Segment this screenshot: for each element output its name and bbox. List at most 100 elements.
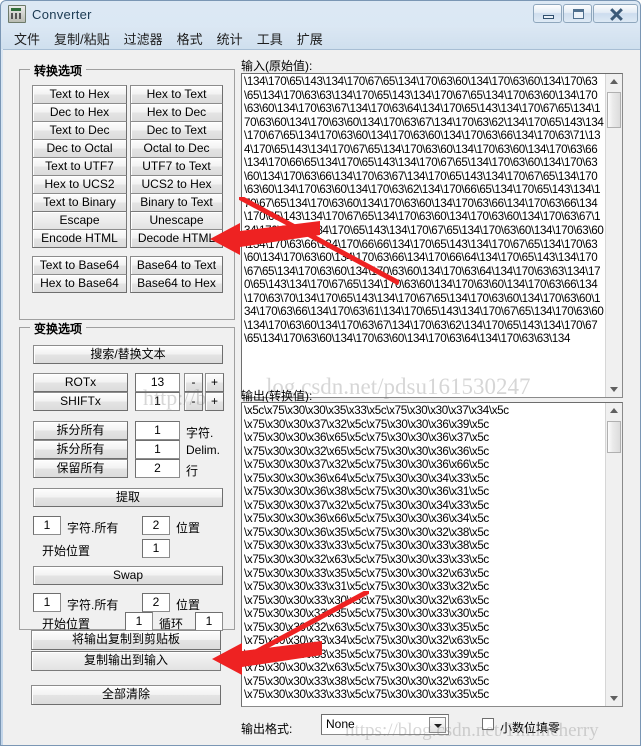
- output-textarea-content[interactable]: \x5c\x75\x30\x30\x35\x33\x5c\x75\x30\x30…: [244, 404, 605, 705]
- close-button[interactable]: [593, 4, 638, 23]
- scroll-up-icon[interactable]: [606, 403, 622, 419]
- input-split-all-delim-value[interactable]: 1: [135, 440, 180, 459]
- input-scroll-thumb[interactable]: [607, 92, 621, 128]
- menu-item-format[interactable]: 格式: [170, 27, 210, 50]
- client-area: 转换选项 Text to Hex Hex to Text Dec to Hex …: [3, 49, 640, 745]
- scroll-up-icon[interactable]: [606, 74, 622, 90]
- button-base64-to-text[interactable]: Base64 to Text: [130, 256, 223, 275]
- menu-item-statistics[interactable]: 统计: [210, 27, 250, 50]
- window-controls: [533, 4, 638, 23]
- button-hex-to-text[interactable]: Hex to Text: [130, 85, 223, 104]
- scroll-down-icon[interactable]: [606, 690, 622, 706]
- output-scrollbar[interactable]: [605, 403, 622, 706]
- button-shiftx[interactable]: SHIFTx: [33, 392, 128, 411]
- button-search-replace-text[interactable]: 搜索/替换文本: [33, 345, 223, 364]
- menu-bar: 文件 复制/粘贴 过滤器 格式 统计 工具 扩展: [1, 27, 640, 50]
- label-split-all-chars-unit: 字符.: [186, 426, 214, 440]
- button-octal-to-dec[interactable]: Octal to Dec: [130, 139, 223, 158]
- scroll-down-icon[interactable]: [606, 381, 622, 397]
- button-decode-html[interactable]: Decode HTML: [130, 229, 223, 248]
- button-swap[interactable]: Swap: [33, 566, 223, 585]
- button-text-to-binary[interactable]: Text to Binary: [32, 193, 127, 212]
- input-extract-chars[interactable]: 1: [33, 516, 61, 535]
- input-keep-all-value[interactable]: 2: [135, 459, 180, 478]
- menu-item-extensions[interactable]: 扩展: [290, 27, 330, 50]
- menu-item-copy-paste[interactable]: 复制/粘贴: [47, 27, 117, 50]
- calculator-icon: [8, 5, 26, 23]
- close-icon: [594, 5, 637, 22]
- convert-options-group: 转换选项 Text to Hex Hex to Text Dec to Hex …: [19, 62, 235, 320]
- button-hex-to-ucs2[interactable]: Hex to UCS2: [32, 175, 127, 194]
- button-text-to-base64[interactable]: Text to Base64: [32, 256, 127, 275]
- label-extract-chars-unit: 字符.所有: [67, 521, 119, 535]
- minimize-icon: [543, 15, 554, 19]
- input-panel-label: 输入(原始值):: [241, 59, 313, 73]
- output-format-select[interactable]: None: [321, 714, 449, 735]
- button-clear-all[interactable]: 全部清除: [31, 685, 221, 705]
- button-rotx-plus[interactable]: +: [205, 373, 224, 392]
- input-textarea-content[interactable]: \134\170\65\143\134\170\67\65\134\170\63…: [244, 75, 605, 396]
- button-escape[interactable]: Escape: [32, 211, 127, 230]
- chevron-down-icon[interactable]: [429, 717, 446, 733]
- pad-decimals-checkbox[interactable]: [482, 718, 494, 730]
- button-text-to-utf7[interactable]: Text to UTF7: [32, 157, 127, 176]
- input-rotx-value[interactable]: 13: [135, 373, 180, 392]
- button-split-all-chars[interactable]: 拆分所有: [33, 421, 128, 440]
- output-format-value: None: [326, 717, 355, 731]
- button-text-to-hex[interactable]: Text to Hex: [32, 85, 127, 104]
- convert-options-title: 转换选项: [30, 62, 87, 79]
- menu-item-tools[interactable]: 工具: [250, 27, 290, 50]
- button-dec-to-octal[interactable]: Dec to Octal: [32, 139, 127, 158]
- label-extract-start-position: 开始位置: [42, 544, 91, 558]
- button-binary-to-text[interactable]: Binary to Text: [130, 193, 223, 212]
- input-split-all-chars-value[interactable]: 1: [135, 421, 180, 440]
- output-textarea[interactable]: \x5c\x75\x30\x30\x35\x33\x5c\x75\x30\x30…: [241, 402, 623, 707]
- pad-decimals-label: 小数位填零: [500, 721, 561, 735]
- button-dec-to-text[interactable]: Dec to Text: [130, 121, 223, 140]
- label-extract-positions-unit: 位置: [176, 521, 201, 535]
- input-extract-start-position[interactable]: 1: [142, 539, 170, 558]
- button-copy-output-to-clipboard[interactable]: 将输出复制到剪贴板: [31, 630, 221, 650]
- button-keep-all[interactable]: 保留所有: [33, 459, 128, 478]
- button-hex-to-dec[interactable]: Hex to Dec: [130, 103, 223, 122]
- button-copy-output-to-input[interactable]: 复制输出到输入: [31, 651, 221, 671]
- window-title: Converter: [32, 6, 92, 22]
- button-shiftx-minus[interactable]: -: [184, 392, 203, 411]
- output-format-label: 输出格式:: [241, 722, 293, 736]
- input-swap-chars[interactable]: 1: [33, 593, 61, 612]
- input-swap-start-position[interactable]: 1: [125, 612, 153, 631]
- input-shiftx-value[interactable]: 1: [135, 392, 180, 411]
- button-rotx[interactable]: ROTx: [33, 373, 128, 392]
- title-bar: Converter: [1, 1, 640, 27]
- button-encode-html[interactable]: Encode HTML: [32, 229, 127, 248]
- button-rotx-minus[interactable]: -: [184, 373, 203, 392]
- input-scrollbar[interactable]: [605, 74, 622, 397]
- button-shiftx-plus[interactable]: +: [205, 392, 224, 411]
- maximize-icon: [573, 9, 584, 19]
- converter-window: Converter 文件 复制/粘贴 过滤器 格式 统计 工具 扩展 转换选项 …: [0, 0, 641, 746]
- input-textarea[interactable]: \134\170\65\143\134\170\67\65\134\170\63…: [241, 73, 623, 398]
- button-split-all-delim[interactable]: 拆分所有: [33, 440, 128, 459]
- button-ucs2-to-hex[interactable]: UCS2 to Hex: [130, 175, 223, 194]
- button-text-to-dec[interactable]: Text to Dec: [32, 121, 127, 140]
- menu-item-filter[interactable]: 过滤器: [117, 27, 170, 50]
- label-split-all-delim-unit: Delim.: [186, 443, 221, 457]
- transform-options-group: 变换选项 搜索/替换文本 ROTx 13 - + SHIFTx 1 - + 拆分…: [19, 320, 235, 631]
- button-hex-to-base64[interactable]: Hex to Base64: [32, 274, 127, 293]
- input-swap-positions[interactable]: 2: [142, 593, 170, 612]
- button-unescape[interactable]: Unescape: [130, 211, 223, 230]
- menu-item-file[interactable]: 文件: [7, 27, 47, 50]
- button-extract[interactable]: 提取: [33, 488, 223, 507]
- input-swap-loop[interactable]: 1: [195, 612, 223, 631]
- input-extract-positions[interactable]: 2: [142, 516, 170, 535]
- label-swap-chars-unit: 字符.所有: [67, 598, 119, 612]
- button-dec-to-hex[interactable]: Dec to Hex: [32, 103, 127, 122]
- output-scroll-thumb[interactable]: [607, 421, 621, 453]
- label-keep-all-unit: 行: [186, 464, 199, 478]
- button-base64-to-hex[interactable]: Base64 to Hex: [130, 274, 223, 293]
- transform-options-title: 变换选项: [30, 320, 87, 337]
- minimize-button[interactable]: [533, 4, 562, 23]
- label-swap-positions-unit: 位置: [176, 598, 201, 612]
- button-utf7-to-text[interactable]: UTF7 to Text: [130, 157, 223, 176]
- maximize-button[interactable]: [563, 4, 592, 23]
